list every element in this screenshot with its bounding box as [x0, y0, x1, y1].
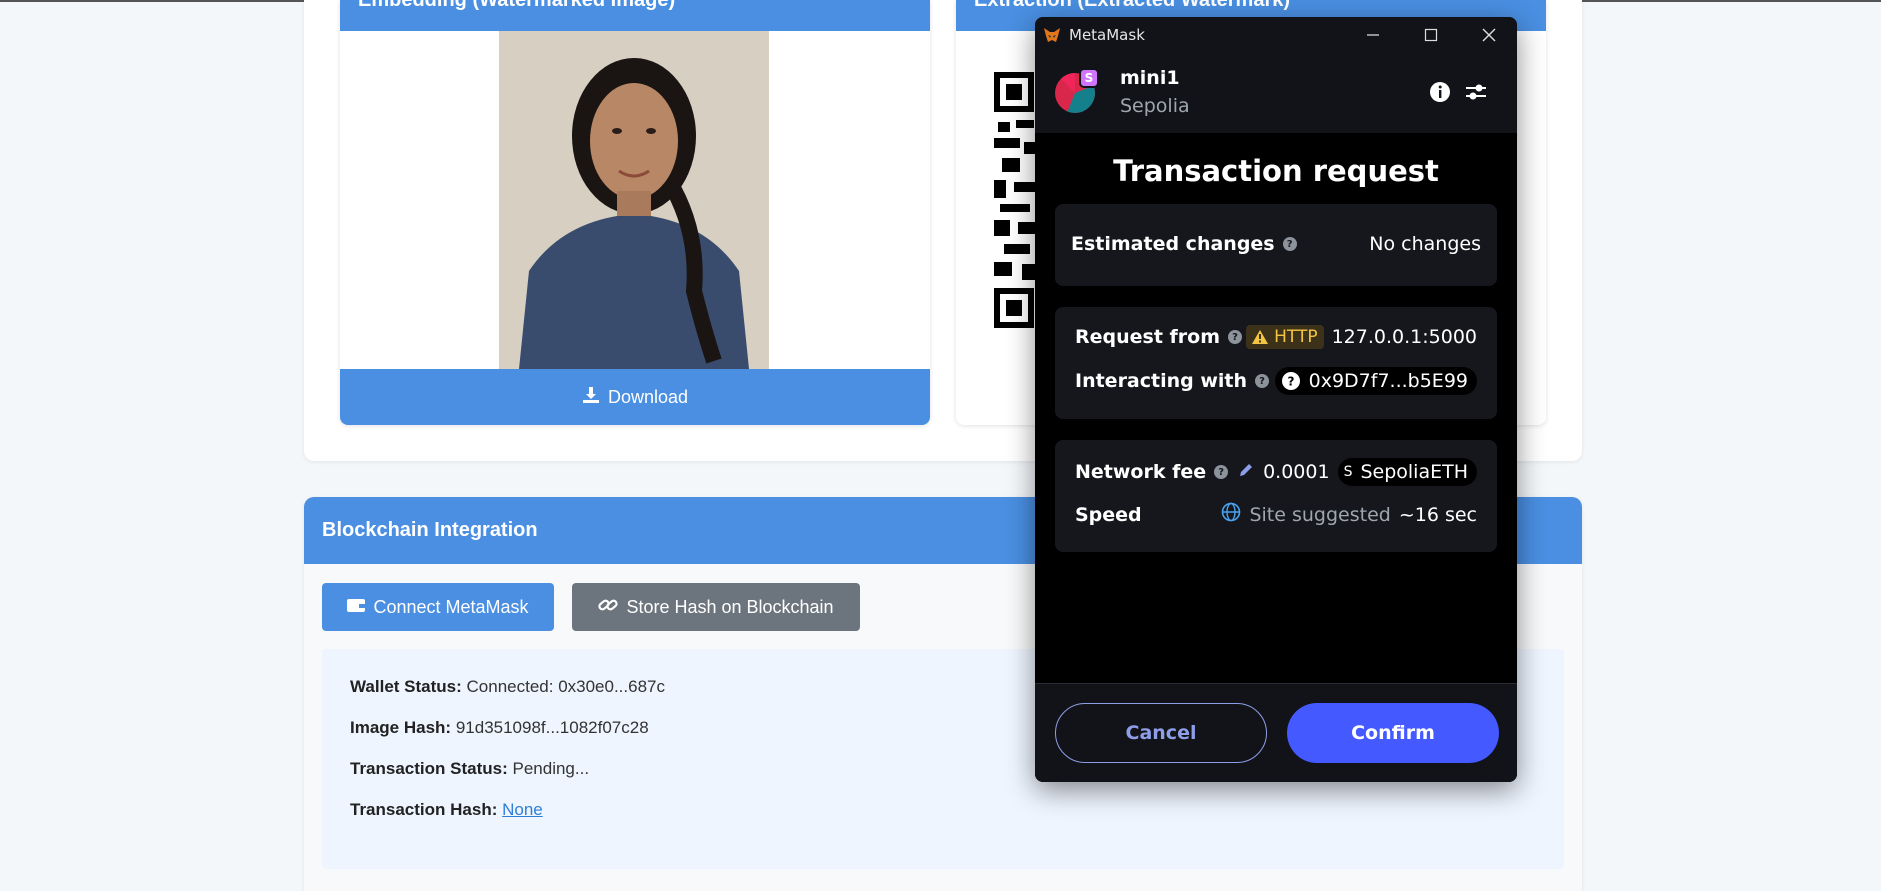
- download-icon: [582, 386, 600, 409]
- interacting-with-row: Interacting with ? ? 0x9D7f7...b5E99: [1075, 367, 1477, 395]
- embedding-panel-title: Embedding (Watermarked Image): [340, 0, 930, 31]
- image-hash-value: 91d351098f...1082f07c28: [455, 718, 649, 737]
- image-hash-label: Image Hash:: [350, 718, 452, 737]
- interacting-with-label: Interacting with: [1075, 370, 1248, 392]
- transaction-hash-label: Transaction Hash:: [350, 800, 498, 819]
- http-badge-label: HTTP: [1274, 327, 1318, 347]
- help-icon[interactable]: ?: [1228, 330, 1243, 344]
- wallet-icon: [347, 597, 366, 618]
- unknown-contract-icon: ?: [1281, 372, 1300, 390]
- transaction-status-value: Pending...: [512, 759, 590, 778]
- estimated-changes-label: Estimated changes: [1071, 233, 1275, 255]
- confirm-button[interactable]: Confirm: [1287, 703, 1499, 763]
- wallet-status-label: Wallet Status:: [350, 677, 462, 696]
- fee-token-pill: S SepoliaETH: [1337, 458, 1477, 486]
- contract-address-pill[interactable]: ? 0x9D7f7...b5E99: [1274, 367, 1477, 395]
- metamask-window-title: MetaMask: [1069, 26, 1145, 44]
- transaction-request-heading: Transaction request: [1113, 154, 1439, 188]
- speed-label: Speed: [1075, 503, 1142, 526]
- network-badge: S: [1079, 68, 1099, 88]
- estimated-changes-value: No changes: [1369, 233, 1481, 255]
- metamask-titlebar[interactable]: MetaMask: [1035, 17, 1517, 53]
- connect-metamask-button[interactable]: Connect MetaMask: [322, 583, 554, 631]
- account-name: mini1: [1120, 67, 1180, 89]
- network-fee-label: Network fee: [1075, 461, 1207, 483]
- svg-text:?: ?: [1287, 375, 1294, 389]
- speed-value: ~16 sec: [1398, 503, 1477, 526]
- transaction-status-label: Transaction Status:: [350, 759, 508, 778]
- transaction-hash-row: Transaction Hash: None: [350, 800, 1536, 841]
- metamask-account-header: S mini1 Sepolia: [1035, 53, 1517, 133]
- http-warning-badge: HTTP: [1246, 325, 1324, 349]
- cancel-button[interactable]: Cancel: [1055, 703, 1267, 763]
- globe-icon: [1221, 502, 1241, 527]
- estimated-changes-row: Estimated changes ? No changes: [1071, 233, 1481, 255]
- fee-details-box: Network fee ? 0.0001 S SepoliaETH Speed: [1055, 440, 1497, 552]
- minimize-button[interactable]: [1345, 17, 1401, 53]
- speed-source: Site suggested: [1249, 503, 1391, 526]
- edit-fee-icon[interactable]: [1237, 461, 1255, 484]
- extracted-watermark-qr: [994, 72, 1040, 328]
- watermarked-image: [499, 31, 769, 369]
- close-window-button[interactable]: [1461, 17, 1517, 53]
- request-details-box: Request from ? HTTP 127.0.0.1:5000 Inter…: [1055, 307, 1497, 419]
- embedding-panel: Embedding (Watermarked Image) Download: [340, 0, 930, 425]
- warning-icon: [1252, 330, 1269, 344]
- metamask-footer: Cancel Confirm: [1035, 683, 1517, 782]
- settings-sliders-icon[interactable]: [1461, 77, 1491, 107]
- metamask-window: MetaMask S mini1 Sepolia Transaction req…: [1035, 17, 1517, 782]
- download-button[interactable]: Download: [340, 369, 930, 425]
- connect-metamask-label: Connect MetaMask: [373, 596, 529, 617]
- link-icon: [598, 596, 619, 619]
- store-hash-button[interactable]: Store Hash on Blockchain: [572, 583, 860, 631]
- interacting-with-value: 0x9D7f7...b5E99: [1308, 370, 1468, 392]
- network-name: Sepolia: [1120, 95, 1190, 117]
- request-from-row: Request from ? HTTP 127.0.0.1:5000: [1075, 325, 1477, 349]
- store-hash-label: Store Hash on Blockchain: [626, 596, 834, 617]
- speed-row: Speed Site suggested ~16 sec: [1075, 502, 1477, 527]
- sepolia-token-icon: S: [1343, 464, 1353, 480]
- help-icon[interactable]: ?: [1214, 465, 1229, 479]
- network-fee-row: Network fee ? 0.0001 S SepoliaETH: [1075, 458, 1477, 486]
- help-icon[interactable]: ?: [1255, 374, 1270, 388]
- download-label: Download: [607, 386, 689, 407]
- network-fee-token: SepoliaETH: [1360, 461, 1468, 483]
- wallet-status-value: Connected: 0x30e0...687c: [466, 677, 665, 696]
- estimated-changes-box: Estimated changes ? No changes: [1055, 204, 1497, 286]
- request-from-value: 127.0.0.1:5000: [1331, 326, 1477, 348]
- maximize-button[interactable]: [1403, 17, 1459, 53]
- info-icon[interactable]: [1425, 77, 1455, 107]
- network-fee-value: 0.0001: [1263, 461, 1330, 483]
- transaction-hash-link[interactable]: None: [502, 800, 543, 819]
- metamask-fox-icon: [1043, 26, 1061, 44]
- help-icon[interactable]: ?: [1282, 237, 1297, 251]
- request-from-label: Request from: [1075, 326, 1221, 348]
